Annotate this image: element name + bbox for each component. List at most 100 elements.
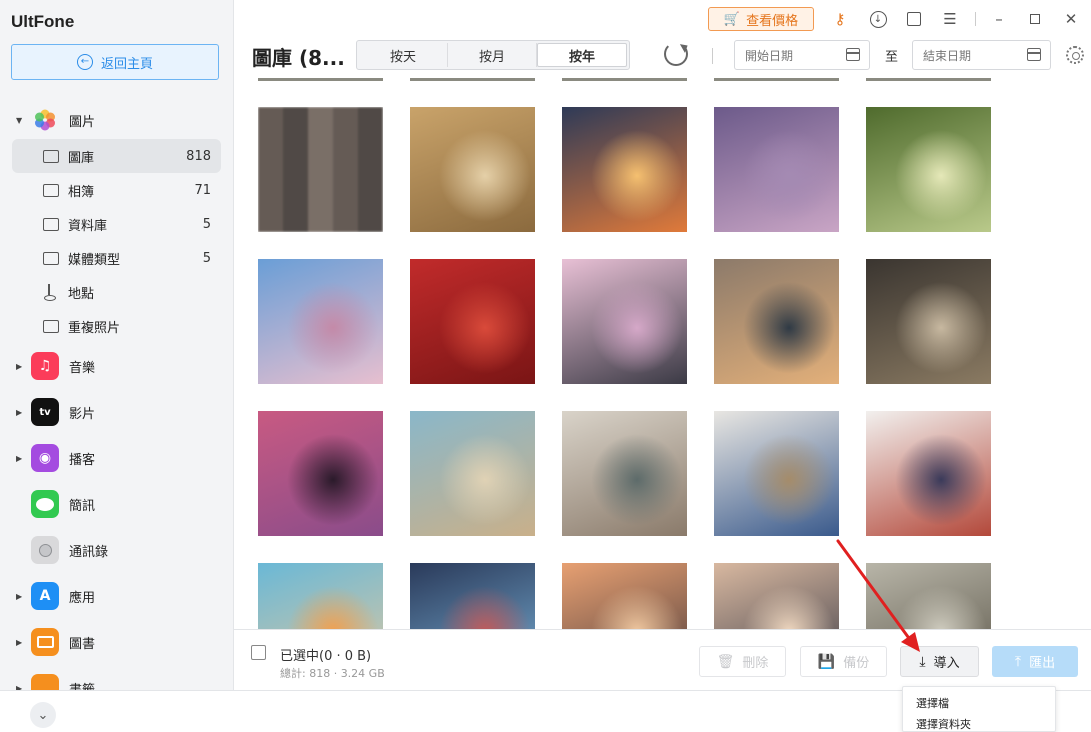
photo-thumbnail[interactable] — [562, 259, 687, 384]
sidebar-item-count: 818 — [186, 148, 211, 164]
photo-thumbnail[interactable] — [562, 411, 687, 536]
photo-thumbnail[interactable] — [866, 411, 991, 536]
tab-by-day[interactable]: 按天 — [359, 43, 448, 67]
photo-thumbnail[interactable] — [714, 107, 839, 232]
back-to-home-label: 返回主頁 — [100, 56, 153, 72]
photo-thumbnail[interactable] — [258, 411, 383, 536]
end-date-input[interactable]: 結束日期 — [912, 40, 1051, 70]
photo-image — [562, 259, 687, 384]
photo-thumbnail[interactable] — [410, 107, 535, 232]
duplicate-photos-icon — [43, 319, 59, 333]
sidebar-item-albums[interactable]: 相簿 71 — [12, 173, 221, 207]
tab-by-year[interactable]: 按年 — [537, 43, 627, 67]
sidebar-category-messages[interactable]: 簡訊 — [0, 481, 233, 527]
delete-button[interactable]: 🗑 刪除 — [699, 646, 786, 677]
collapsed-arrow-icon[interactable]: ▶ — [16, 454, 22, 463]
photo-image — [258, 563, 383, 629]
toolbar-divider — [712, 48, 713, 64]
sidebar-category-music[interactable]: ▶ ♫ 音樂 — [0, 343, 233, 389]
photo-thumbnail[interactable] — [410, 563, 535, 629]
photo-thumbnail[interactable] — [258, 107, 383, 232]
photo-thumbnail[interactable] — [714, 259, 839, 384]
photo-thumbnail[interactable] — [714, 563, 839, 629]
export-button[interactable]: ⤒ 匯出 — [992, 646, 1078, 677]
photos-app-icon — [31, 106, 59, 134]
photo-thumbnail[interactable] — [866, 259, 991, 384]
photo-image — [714, 107, 839, 232]
start-date-input[interactable]: 開始日期 — [734, 40, 870, 70]
collapsed-arrow-icon[interactable]: ▶ — [16, 592, 22, 601]
menu-item-choose-folder[interactable]: 選擇資料夾 — [916, 716, 971, 732]
photo-thumbnail[interactable] — [258, 78, 383, 81]
sidebar-category-apps[interactable]: ▶ A 應用 — [0, 573, 233, 619]
photo-thumbnail[interactable] — [410, 259, 535, 384]
menu-icon[interactable]: ☰ — [940, 9, 960, 29]
select-all-checkbox[interactable] — [251, 645, 266, 660]
collapsed-arrow-icon[interactable]: ▶ — [16, 638, 22, 647]
app-store-icon: A — [31, 582, 59, 610]
photo-thumbnail[interactable] — [714, 78, 839, 81]
photo-image — [714, 563, 839, 629]
sidebar-nav: ▼ 圖片 圖庫 818 相簿 71 資料庫 5 媒體類型 5 地點 重複照片 ▶… — [0, 100, 233, 690]
photo-image — [562, 107, 687, 232]
tab-by-month[interactable]: 按月 — [448, 43, 537, 67]
import-dropdown-menu: 選擇檔 選擇資料夾 — [902, 686, 1056, 732]
expanded-arrow-icon[interactable]: ▼ — [16, 116, 22, 125]
sidebar-item-library[interactable]: 圖庫 818 — [12, 139, 221, 173]
photo-thumbnail[interactable] — [258, 563, 383, 629]
photo-image — [714, 411, 839, 536]
sidebar-item-places[interactable]: 地點 — [12, 275, 221, 309]
photo-thumbnail[interactable] — [562, 563, 687, 629]
view-price-button[interactable]: 🛒 查看價格 — [708, 7, 814, 31]
books-icon — [31, 628, 59, 656]
photo-thumbnail[interactable] — [866, 78, 991, 81]
sidebar-item-media-types[interactable]: 媒體類型 5 — [12, 241, 221, 275]
photo-thumbnail[interactable] — [866, 107, 991, 232]
back-to-home-button[interactable]: ← 返回主頁 — [11, 44, 219, 80]
key-icon[interactable]: ⚷ — [830, 9, 850, 29]
settings-gear-icon[interactable] — [1066, 46, 1084, 64]
calendar-icon[interactable] — [846, 48, 860, 61]
selected-count: 已選中(0 · 0 B) — [280, 649, 372, 664]
photo-thumbnail[interactable] — [714, 411, 839, 536]
sidebar-category-books[interactable]: ▶ 圖書 — [0, 619, 233, 665]
menu-item-choose-file[interactable]: 選擇檔 — [916, 695, 949, 711]
location-pin-icon — [43, 284, 57, 301]
import-button[interactable]: ⤓ 導入 — [900, 646, 979, 677]
date-range-to-label: 至 — [885, 50, 899, 65]
feedback-icon[interactable] — [904, 9, 924, 29]
import-icon: ⤓ — [919, 653, 926, 670]
photo-image — [410, 563, 535, 629]
photo-thumbnail[interactable] — [562, 107, 687, 232]
close-icon[interactable]: ✕ — [1061, 9, 1081, 29]
photo-image — [410, 107, 535, 232]
photo-thumbnail[interactable] — [410, 78, 535, 81]
sidebar-category-videos[interactable]: ▶ tv 影片 — [0, 389, 233, 435]
sidebar-category-bookmarks[interactable]: ▶ 書籤 — [0, 665, 233, 690]
sidebar-category-label: 應用 — [69, 590, 96, 606]
sidebar-category-photos[interactable]: ▼ 圖片 — [0, 101, 233, 139]
sidebar-category-label: 圖書 — [69, 636, 96, 652]
sidebar-item-duplicates[interactable]: 重複照片 — [12, 309, 221, 343]
photo-thumbnail[interactable] — [258, 259, 383, 384]
contacts-icon — [31, 536, 59, 564]
chevron-down-icon[interactable]: ⌄ — [30, 702, 56, 728]
sidebar-category-label: 簡訊 — [69, 498, 96, 514]
collapsed-arrow-icon[interactable]: ▶ — [16, 408, 22, 417]
photo-thumbnail[interactable] — [866, 563, 991, 629]
backup-button[interactable]: 💾 備份 — [800, 646, 887, 677]
collapsed-arrow-icon[interactable]: ▶ — [16, 362, 22, 371]
sidebar-category-contacts[interactable]: 通訊錄 — [0, 527, 233, 573]
photo-thumbnail[interactable] — [562, 78, 687, 81]
sidebar-category-podcasts[interactable]: ▶ ◉ 播客 — [0, 435, 233, 481]
refresh-icon[interactable] — [664, 42, 688, 66]
import-label: 導入 — [933, 656, 960, 671]
photo-thumbnail[interactable] — [410, 411, 535, 536]
sidebar-item-database[interactable]: 資料庫 5 — [12, 207, 221, 241]
maximize-icon[interactable] — [1025, 9, 1045, 29]
download-icon[interactable]: ↓ — [868, 9, 888, 29]
calendar-icon[interactable] — [1027, 48, 1041, 61]
end-date-placeholder: 結束日期 — [923, 48, 972, 63]
minimize-icon[interactable]: – — [989, 9, 1009, 29]
photo-image — [714, 259, 839, 384]
